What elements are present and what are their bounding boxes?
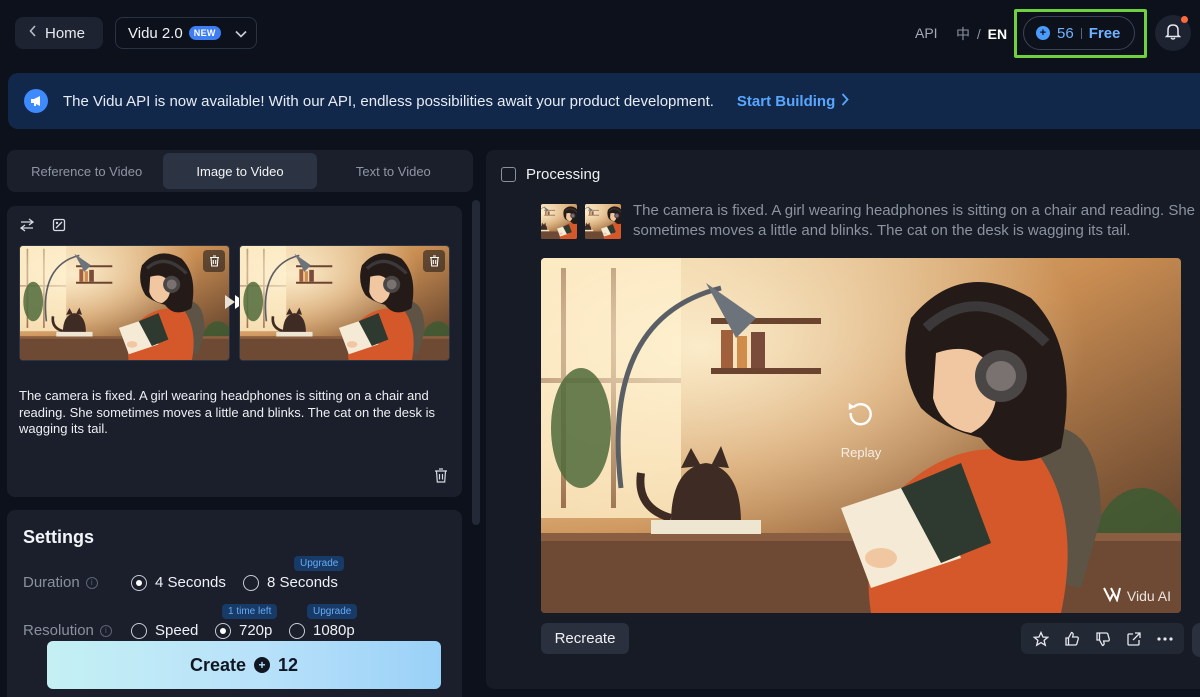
prompt-card: The camera is fixed. A girl wearing head… xyxy=(7,206,462,497)
result-prompt: The camera is fixed. A girl wearing head… xyxy=(633,202,1196,239)
credits-divider xyxy=(1080,27,1082,39)
settings-title: Settings xyxy=(23,527,95,547)
radio-unselected[interactable] xyxy=(131,622,147,639)
plan-label: Free xyxy=(1088,24,1121,42)
model-select[interactable]: Vidu 2.0 NEW xyxy=(115,17,257,49)
api-link[interactable]: API xyxy=(915,25,938,41)
share-icon[interactable] xyxy=(1121,626,1147,652)
chevron-down-icon xyxy=(235,25,247,42)
lang-zh[interactable]: 中 xyxy=(956,26,970,42)
chevron-left-icon xyxy=(29,24,37,42)
start-frame-thumbnail[interactable] xyxy=(19,245,230,361)
resolution-label: Resolution i xyxy=(23,622,112,639)
swap-icon[interactable] xyxy=(19,218,35,237)
home-label: Home xyxy=(45,24,86,42)
create-cost: 12 xyxy=(278,654,299,675)
scroll-thumb[interactable] xyxy=(472,200,480,525)
coin-icon xyxy=(254,657,270,673)
trash-icon[interactable] xyxy=(203,250,225,272)
duration-4s-option[interactable]: 4 Seconds xyxy=(131,574,226,591)
recreate-button[interactable]: Recreate xyxy=(541,623,629,654)
duration-8s-option[interactable]: 8 Seconds xyxy=(243,574,338,591)
start-building-label: Start Building xyxy=(736,92,836,110)
upgrade-tag[interactable]: Upgrade xyxy=(294,556,345,571)
prompt-input[interactable]: The camera is fixed. A girl wearing head… xyxy=(19,388,455,438)
lang-separator: / xyxy=(976,26,981,42)
star-icon[interactable] xyxy=(1028,626,1054,652)
thumbs-up-icon[interactable] xyxy=(1059,626,1085,652)
resolution-720p-option[interactable]: 720p xyxy=(215,622,272,639)
create-label: Create xyxy=(189,654,246,675)
coin-icon xyxy=(1036,26,1050,40)
credits-button[interactable]: 56 Free xyxy=(1023,16,1135,50)
watermark: Vidu AI xyxy=(1102,586,1171,605)
mode-tabs: Reference to Video Image to Video Text t… xyxy=(7,150,473,192)
result-actions xyxy=(1021,623,1184,654)
trash-icon[interactable] xyxy=(423,250,445,272)
start-building-link[interactable]: Start Building xyxy=(737,93,849,110)
status-label: Processing xyxy=(526,166,601,183)
crop-icon[interactable] xyxy=(52,218,66,237)
chevron-right-icon xyxy=(841,92,849,110)
start-frame-mini[interactable] xyxy=(541,204,577,239)
radio-unselected[interactable] xyxy=(243,574,259,591)
info-icon[interactable]: i xyxy=(85,576,98,589)
credits-count: 56 xyxy=(1057,24,1074,42)
megaphone-icon xyxy=(24,89,48,113)
replay-label: Replay xyxy=(840,445,882,460)
duration-label: Duration i xyxy=(23,574,98,591)
result-panel: Processing The camera is fixed. A girl w… xyxy=(486,150,1200,689)
times-left-tag: 1 time left xyxy=(222,604,278,619)
end-frame-thumbnail[interactable] xyxy=(239,245,450,361)
video-preview[interactable]: Replay Vidu AI xyxy=(541,258,1181,613)
radio-selected[interactable] xyxy=(131,574,147,591)
left-scrollbar[interactable] xyxy=(472,200,480,697)
model-label: Vidu 2.0 xyxy=(128,24,183,42)
trash-icon[interactable] xyxy=(434,468,448,488)
notifications-button[interactable] xyxy=(1155,15,1191,51)
side-collapse-handle[interactable] xyxy=(1192,623,1200,657)
lang-en[interactable]: EN xyxy=(988,26,1007,42)
radio-selected[interactable] xyxy=(215,622,231,639)
resolution-1080p-option[interactable]: 1080p xyxy=(289,622,355,639)
notification-dot xyxy=(1181,16,1188,23)
banner-text: The Vidu API is now available! With our … xyxy=(63,92,714,110)
create-button[interactable]: Create 12 xyxy=(47,641,441,689)
tab-image-to-video[interactable]: Image to Video xyxy=(163,153,317,189)
top-bar: Home Vidu 2.0 NEW API 中 / EN 56 Free xyxy=(0,0,1200,66)
replay-icon xyxy=(846,398,876,433)
new-badge: NEW xyxy=(188,26,221,40)
language-switch[interactable]: 中 / EN xyxy=(956,24,1007,44)
vidu-logo-icon xyxy=(1102,586,1122,605)
more-icon[interactable] xyxy=(1152,626,1178,652)
thumbs-down-icon[interactable] xyxy=(1090,626,1116,652)
replay-button[interactable]: Replay xyxy=(841,398,881,460)
tab-text-to-video[interactable]: Text to Video xyxy=(317,153,470,189)
select-checkbox[interactable] xyxy=(501,167,516,182)
info-icon[interactable]: i xyxy=(99,624,112,637)
home-button[interactable]: Home xyxy=(15,17,103,49)
resolution-speed-option[interactable]: Speed xyxy=(131,622,198,639)
end-frame-mini[interactable] xyxy=(585,204,621,239)
tab-reference-to-video[interactable]: Reference to Video xyxy=(10,153,163,189)
upgrade-tag[interactable]: Upgrade xyxy=(307,604,358,619)
api-banner: The Vidu API is now available! With our … xyxy=(8,73,1200,129)
bell-icon xyxy=(1164,22,1182,45)
radio-unselected[interactable] xyxy=(289,622,305,639)
